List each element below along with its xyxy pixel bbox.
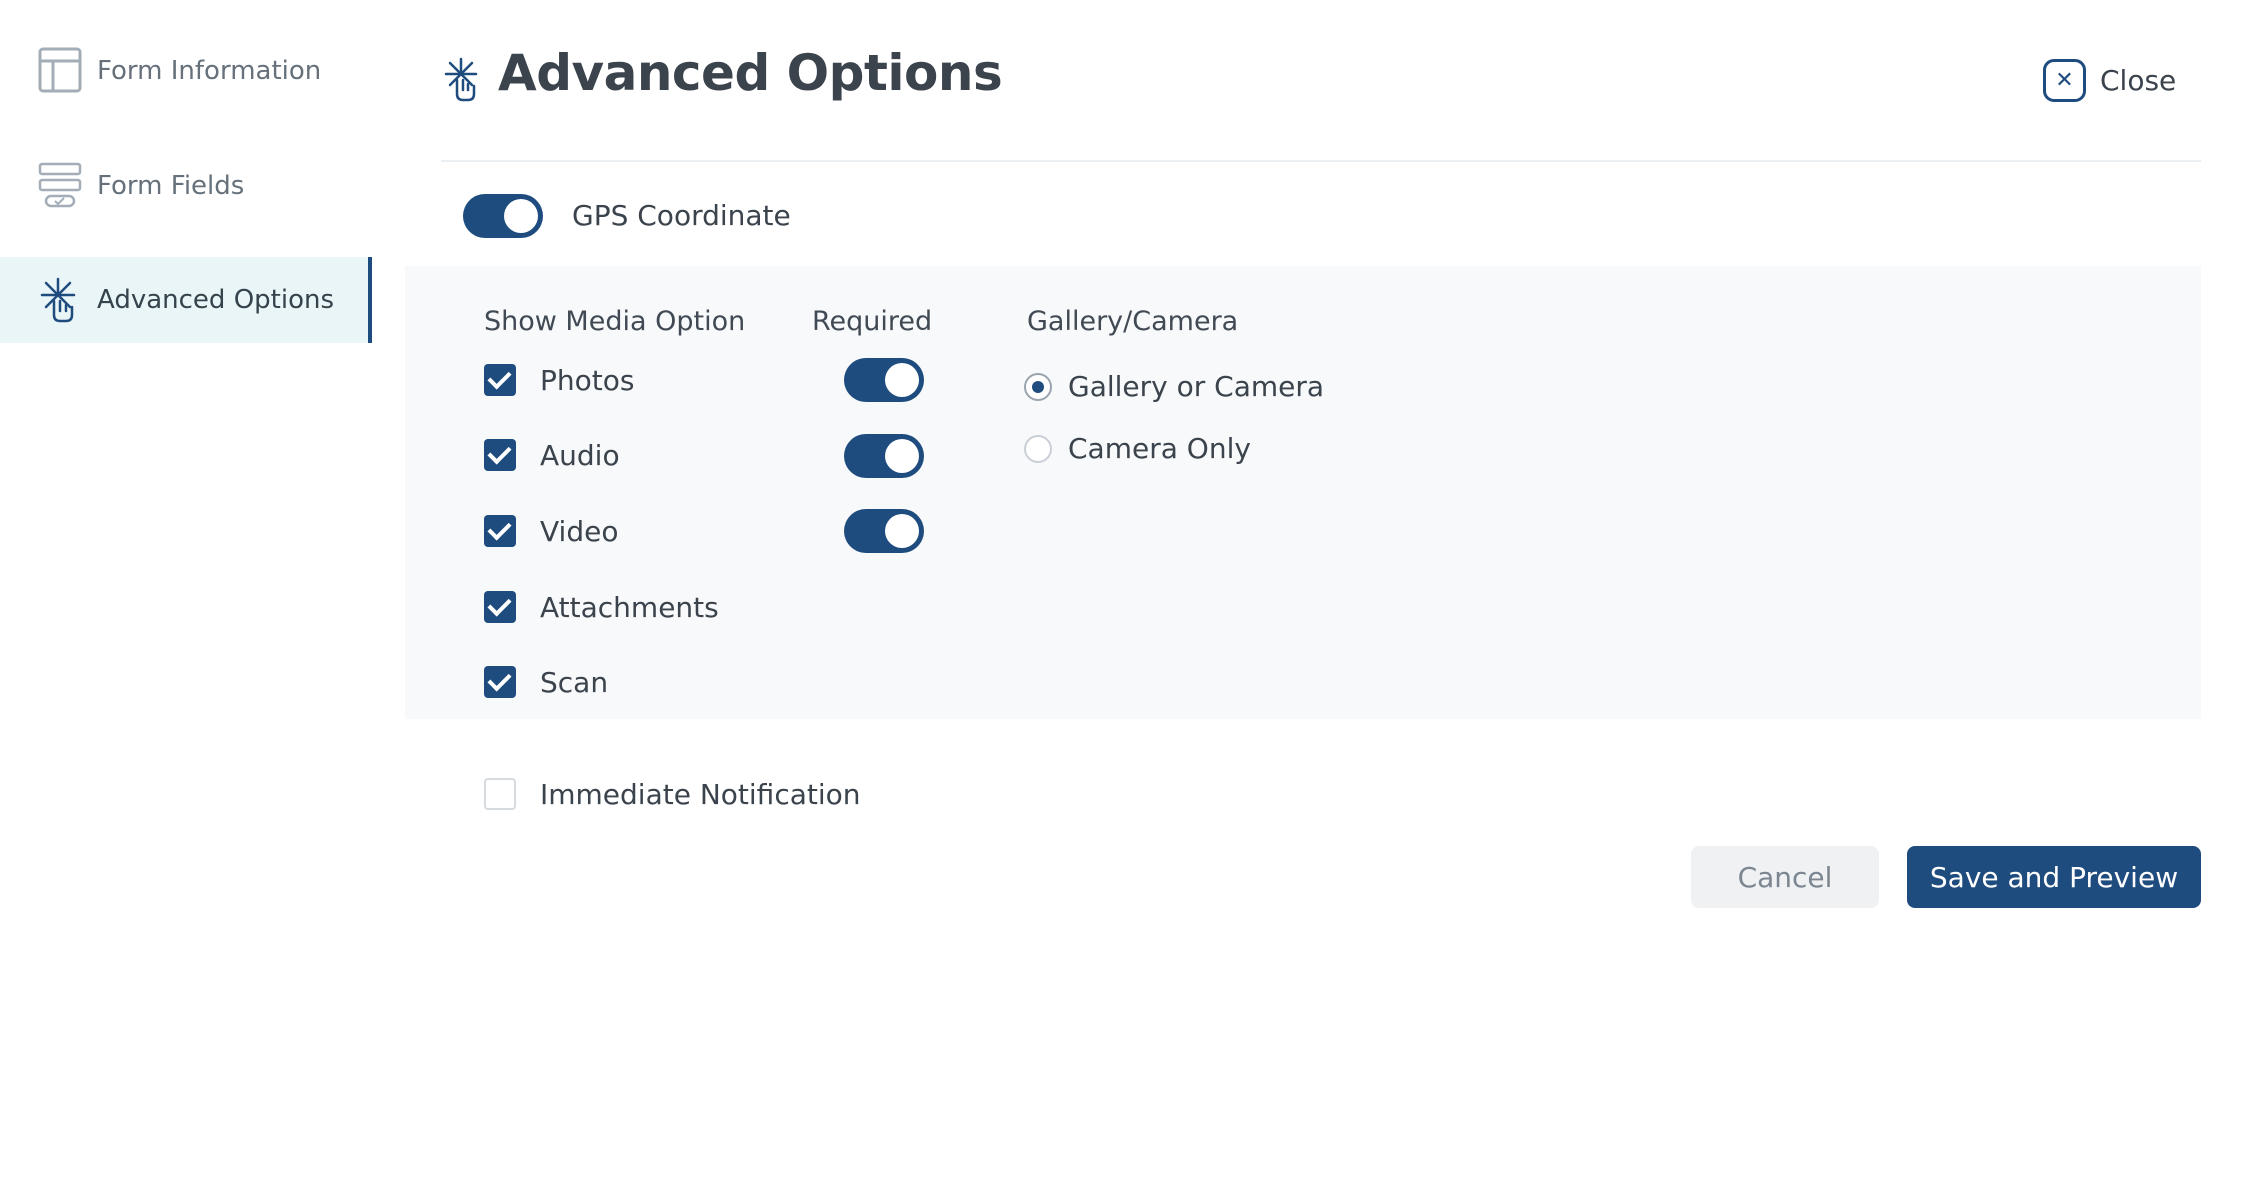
photos-label: Photos (540, 364, 635, 397)
sidebar-item-label: Form Fields (97, 171, 245, 201)
gallery-or-camera-radio[interactable] (1024, 373, 1052, 401)
form-fields-icon (38, 162, 82, 208)
immediate-notification-label: Immediate Notification (540, 778, 861, 811)
video-label: Video (540, 515, 619, 548)
page-title: Advanced Options (498, 44, 1003, 102)
close-button[interactable]: ✕ Close (2043, 56, 2176, 104)
gallery-camera-header: Gallery/Camera (1027, 306, 1239, 337)
camera-only-label: Camera Only (1068, 432, 1251, 465)
required-header: Required (812, 306, 933, 337)
sidebar-item-label: Advanced Options (97, 285, 335, 315)
sidebar: Form Information Form Fields Advanced Op… (0, 0, 372, 1198)
camera-only-radio[interactable] (1024, 435, 1052, 463)
sidebar-item-form-fields[interactable]: Form Fields (0, 143, 372, 229)
header-divider (441, 160, 2201, 162)
photos-required-toggle[interactable] (844, 358, 924, 402)
gps-coordinate-toggle[interactable] (463, 194, 543, 238)
photos-checkbox[interactable] (484, 364, 516, 396)
scan-checkbox[interactable] (484, 666, 516, 698)
advanced-options-page: Form Information Form Fields Advanced Op… (0, 0, 2258, 1198)
gps-coordinate-label: GPS Coordinate (572, 199, 791, 232)
audio-checkbox[interactable] (484, 439, 516, 471)
close-icon: ✕ (2043, 58, 2086, 102)
sidebar-item-form-information[interactable]: Form Information (0, 28, 372, 114)
video-checkbox[interactable] (484, 515, 516, 547)
immediate-notification-checkbox[interactable] (484, 778, 516, 810)
close-label: Close (2100, 63, 2177, 97)
attachments-checkbox[interactable] (484, 591, 516, 623)
attachments-label: Attachments (540, 591, 719, 624)
save-and-preview-button[interactable]: Save and Preview (1907, 846, 2201, 908)
sidebar-item-label: Form Information (97, 56, 322, 86)
advanced-options-icon (40, 277, 76, 323)
cancel-button[interactable]: Cancel (1691, 846, 1879, 908)
layout-icon (38, 47, 82, 93)
gallery-or-camera-label: Gallery or Camera (1068, 370, 1325, 403)
show-media-option-header: Show Media Option (484, 306, 746, 337)
sidebar-item-advanced-options[interactable]: Advanced Options (0, 257, 372, 343)
advanced-options-icon (444, 57, 478, 102)
scan-label: Scan (540, 666, 609, 699)
audio-required-toggle[interactable] (844, 434, 924, 478)
audio-label: Audio (540, 439, 620, 472)
video-required-toggle[interactable] (844, 509, 924, 553)
